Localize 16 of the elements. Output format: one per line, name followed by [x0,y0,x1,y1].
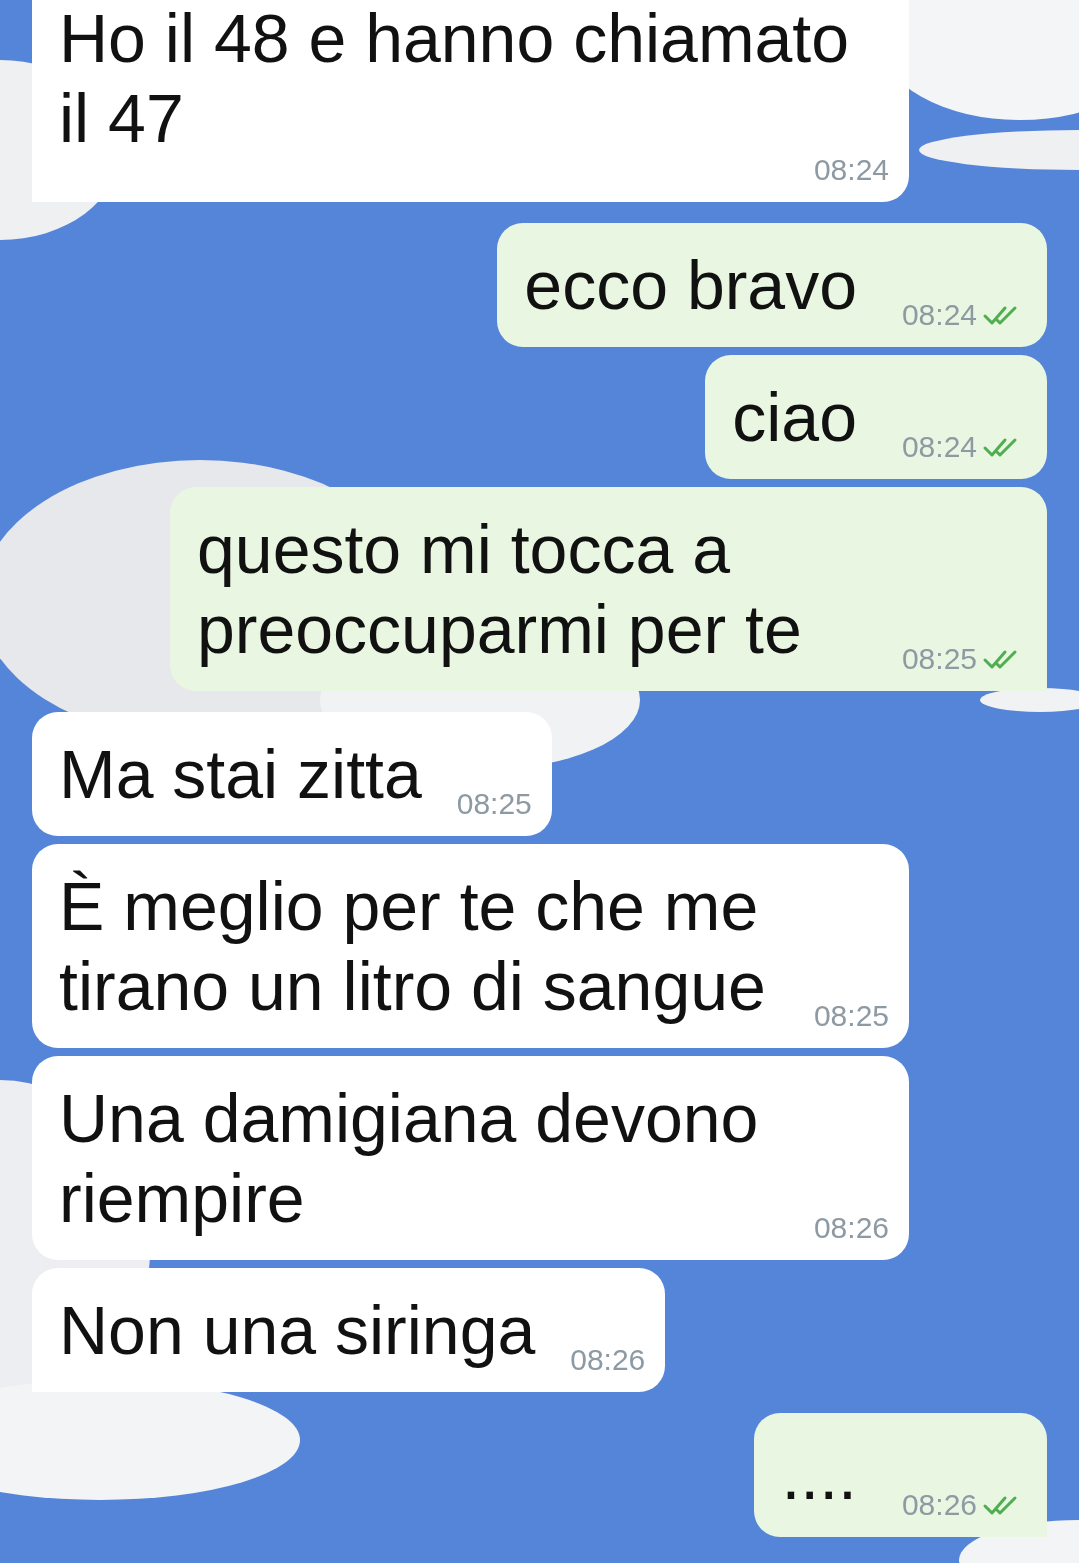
message-text: Non una siringa [59,1292,536,1368]
message-text: Una damigiana devono riempire [59,1080,759,1236]
message-time: 08:26 [570,1342,646,1378]
message-time: 08:25 [456,786,532,822]
message-time: 08:24 [901,429,977,465]
message-time: 08:26 [901,1487,977,1523]
message-time: 08:24 [901,297,977,333]
message-time: 08:25 [813,998,889,1034]
message-text: .... [781,1437,857,1513]
message-text: questo mi tocca a preoccuparmi per te [197,511,802,667]
message-text: È meglio per te che me tirano un litro di sangue [59,868,766,1024]
message-time: 08:26 [813,1210,889,1246]
message-text: Ma stai zitta [59,736,422,812]
message-text: ecco bravo [524,247,857,323]
message-time: 08:25 [901,641,977,677]
message-text: ciao [732,379,857,455]
